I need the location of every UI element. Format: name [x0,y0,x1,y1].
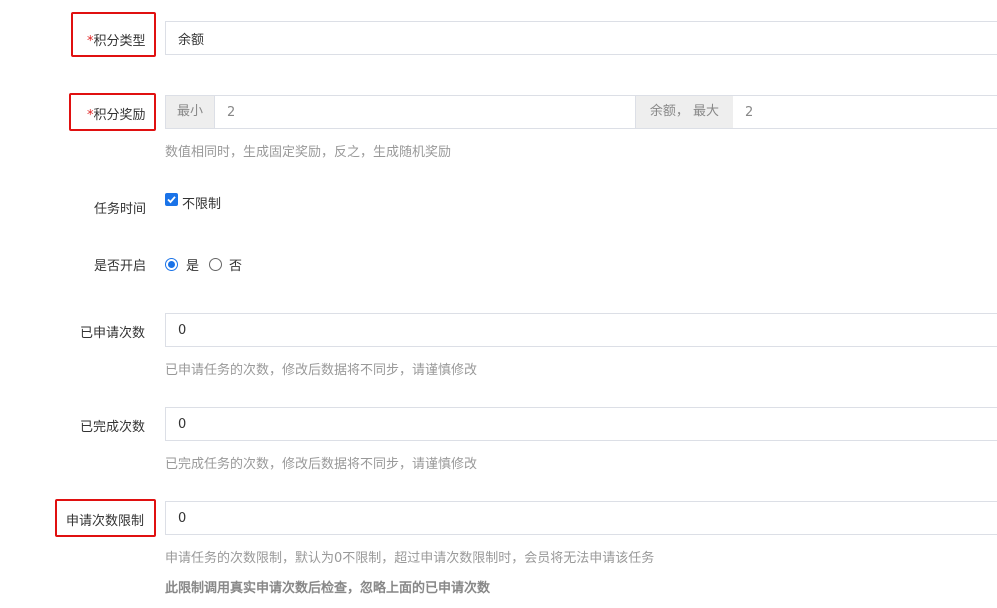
points-type-select[interactable] [165,21,997,55]
points-reward-help: 数值相同时，生成固定奖励，反之，生成随机奖励 [165,145,452,160]
checkmark-icon [167,196,176,204]
enabled-yes-label[interactable]: 是 [186,255,199,274]
apply-limit-label: 申请次数限制 [66,514,145,529]
applied-count-input[interactable] [165,313,997,347]
apply-limit-input[interactable] [165,501,997,535]
enabled-label: 是否开启 [94,259,147,274]
task-time-label: 任务时间 [94,202,147,217]
enabled-no-radio[interactable] [209,258,222,271]
apply-limit-help: 申请任务的次数限制，默认为0不限制，超过申请次数限制时，会员将无法申请该任务 [165,551,655,566]
max-reward-input[interactable] [733,95,997,129]
applied-count-label: 已申请次数 [80,326,146,341]
enabled-no-label[interactable]: 否 [229,255,242,274]
unlimited-time-label[interactable]: 不限制 [182,193,221,212]
completed-count-input[interactable] [165,407,997,441]
task-points-form: *积分类型 *积分奖励 最小 余额， 最大 数值相同时，生成固定奖励，反之，生成… [0,0,997,608]
points-reward-label: *积分奖励 [87,108,146,123]
enabled-yes-radio[interactable] [165,258,178,271]
min-addon: 最小 [165,95,215,129]
unlimited-time-checkbox[interactable] [165,193,178,206]
max-addon: 余额， 最大 [635,95,734,129]
applied-count-help: 已申请任务的次数，修改后数据将不同步，请谨慎修改 [165,363,478,378]
completed-count-label: 已完成次数 [80,420,146,435]
apply-limit-note: 此限制调用真实申请次数后检查，忽略上面的已申请次数 [165,581,491,596]
points-type-label: *积分类型 [87,34,146,49]
min-reward-input[interactable] [215,95,636,129]
completed-count-help: 已完成任务的次数，修改后数据将不同步，请谨慎修改 [165,457,478,472]
